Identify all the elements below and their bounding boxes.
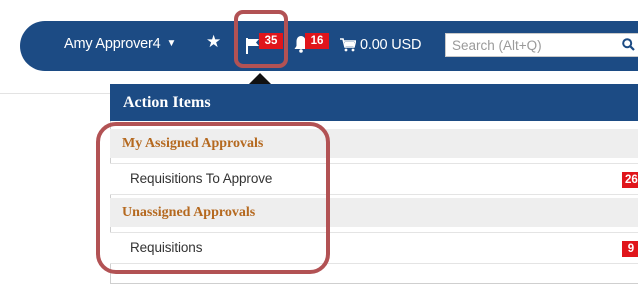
notifications-badge[interactable]: 16 [305, 33, 329, 49]
dropdown-pointer [249, 73, 271, 84]
flag-highlight-box [234, 10, 288, 68]
count-badge: 9 [622, 241, 638, 257]
search-icon[interactable] [622, 38, 635, 56]
action-items-title: Action Items [110, 84, 638, 121]
search-input[interactable] [445, 33, 638, 57]
user-name: Amy Approver4 [64, 36, 161, 52]
cart-total[interactable]: 0.00 USD [360, 37, 421, 53]
approvals-highlight-box [96, 122, 330, 274]
cart-icon[interactable] [340, 38, 357, 57]
count-badge: 26 [622, 172, 638, 188]
star-icon[interactable]: ★ [206, 33, 221, 50]
user-menu[interactable]: Amy Approver4 ▼ [64, 36, 176, 52]
chevron-down-icon: ▼ [166, 38, 177, 49]
